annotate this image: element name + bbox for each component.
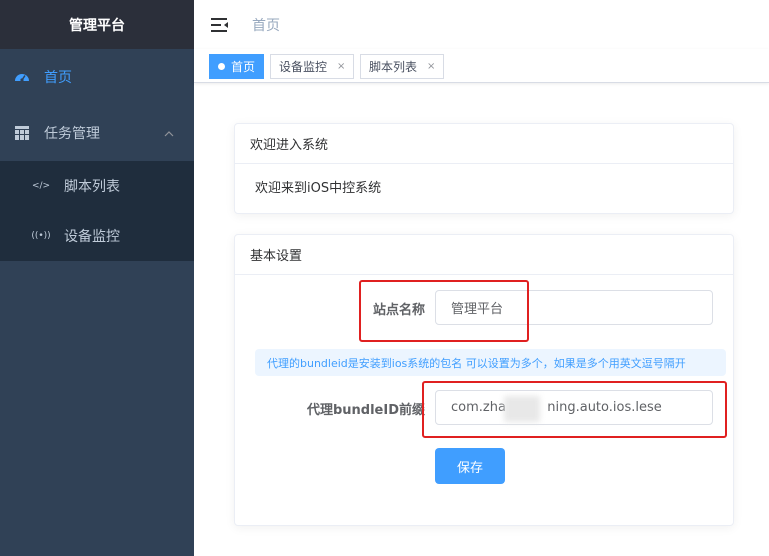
navbar: 首页 [194,0,769,49]
highlight-box-bundle-id [422,381,727,438]
settings-card: 基本设置 站点名称 代理的bundleid是安装到ios系统的包名 可以设置为多… [234,234,734,526]
tag-label: 首页 [231,60,256,74]
tag-label: 设备监控 [279,60,328,74]
code-icon: </> [31,181,51,191]
tag-home[interactable]: 首页 [209,54,265,79]
highlight-box-site-name [359,280,529,342]
save-button[interactable]: 保存 [435,448,505,484]
close-icon[interactable]: × [337,61,345,72]
sidebar-item-label: 设备监控 [64,229,120,245]
bundle-id-prefix-label: 代理bundleID前缀 [306,403,425,418]
sidebar-item-label: 首页 [44,70,72,86]
sidebar-item-label: 脚本列表 [64,179,120,195]
dashboard-icon [14,69,30,85]
tags-view: 首页 设备监控 × 脚本列表 × [194,49,769,83]
task-submenu: </> 脚本列表 ((•)) 设备监控 [0,161,194,261]
sidebar-item-script-list[interactable]: </> 脚本列表 [0,161,194,211]
settings-card-header: 基本设置 [235,235,733,275]
sidebar-logo: 管理平台 [0,0,194,49]
tag-device-monitor[interactable]: 设备监控 × [270,54,355,79]
active-dot-icon [218,63,225,70]
sidebar-item-task-management[interactable]: 任务管理 [0,105,194,161]
tag-script-list[interactable]: 脚本列表 × [360,54,445,79]
chevron-up-icon [164,125,174,141]
welcome-text: 欢迎来到iOS中控系统 [255,181,382,196]
breadcrumb: 首页 [252,17,280,34]
welcome-card: 欢迎进入系统 欢迎来到iOS中控系统 [234,123,734,214]
close-icon[interactable]: × [427,61,435,72]
sidebar: 管理平台 首页 任务管理 </> 脚本列表 ((•)) 设备监控 [0,0,194,556]
sidebar-item-label: 任务管理 [44,126,100,142]
bundleid-hint-alert: 代理的bundleid是安装到ios系统的包名 可以设置为多个，如果是多个用英文… [255,349,726,376]
broadcast-icon: ((•)) [31,231,51,241]
welcome-card-header: 欢迎进入系统 [235,124,733,164]
hamburger-icon[interactable] [210,15,230,35]
table-grid-icon [14,125,30,141]
tag-label: 脚本列表 [369,60,418,74]
sidebar-item-device-monitor[interactable]: ((•)) 设备监控 [0,211,194,261]
sidebar-item-home[interactable]: 首页 [0,49,194,105]
